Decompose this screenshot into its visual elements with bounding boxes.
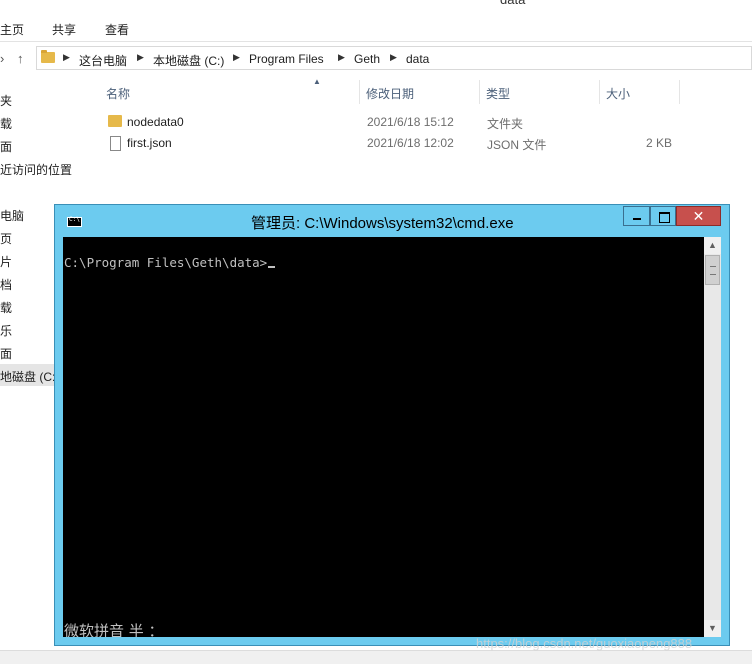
- folder-icon: [41, 50, 55, 63]
- address-box[interactable]: ▶ 这台电脑 ▶ 本地磁盘 (C:) ▶ Program Files ▶ Get…: [36, 46, 752, 70]
- nav-item[interactable]: 夹: [0, 92, 12, 109]
- close-icon: ✕: [692, 208, 705, 224]
- folder-icon: [108, 115, 122, 127]
- text-cursor: [268, 266, 276, 268]
- nav-item[interactable]: 页: [0, 230, 12, 247]
- file-name: nodedata0: [127, 115, 184, 129]
- breadcrumb-data[interactable]: data: [406, 52, 429, 66]
- console-icon[interactable]: [67, 216, 82, 227]
- ribbon: 主页 共享 查看: [0, 8, 752, 42]
- watermark: https://blog.csdn.net/guoxiaopeng888: [476, 636, 693, 651]
- explorer-window-title: data: [500, 0, 525, 7]
- nav-item-local-disk[interactable]: 地磁盘 (C:): [0, 364, 59, 386]
- column-header-name[interactable]: 名称: [100, 80, 360, 104]
- scroll-up-icon[interactable]: ▲: [704, 237, 721, 254]
- nav-item[interactable]: 载: [0, 115, 12, 132]
- breadcrumb-geth[interactable]: Geth: [354, 52, 380, 66]
- nav-item[interactable]: 档: [0, 276, 12, 293]
- address-bar-row: › ↑ ▶ 这台电脑 ▶ 本地磁盘 (C:) ▶ Program Files ▶…: [0, 42, 752, 76]
- nav-item-recent[interactable]: 近访问的位置: [0, 161, 72, 178]
- nav-item-this-pc[interactable]: 电脑: [0, 207, 24, 224]
- file-modified: 2021/6/18 15:12: [367, 115, 454, 129]
- explorer-title-bar: data: [0, 0, 752, 8]
- file-row[interactable]: first.json 2021/6/18 12:02 JSON 文件 2 KB: [100, 133, 680, 154]
- file-size: 2 KB: [646, 136, 673, 150]
- column-header-modified[interactable]: 修改日期: [360, 80, 480, 104]
- forward-arrow-icon[interactable]: ›: [0, 51, 4, 66]
- close-button[interactable]: ✕: [676, 206, 721, 226]
- up-arrow-icon[interactable]: ↑: [17, 51, 24, 66]
- breadcrumb-local-disk[interactable]: 本地磁盘 (C:): [153, 52, 224, 69]
- console-area[interactable]: C:\Program Files\Geth\data> 微软拼音 半 ：: [63, 237, 704, 637]
- nav-item[interactable]: 面: [0, 345, 12, 362]
- column-headers: ▲ 名称 修改日期 类型 大小: [88, 77, 682, 104]
- breadcrumb-program-files[interactable]: Program Files: [249, 52, 324, 66]
- cmd-window[interactable]: 管理员: C:\Windows\system32\cmd.exe ✕ C:\Pr…: [54, 204, 730, 646]
- tab-home[interactable]: 主页: [0, 21, 24, 38]
- column-header-type[interactable]: 类型: [480, 80, 600, 104]
- chevron-right-icon[interactable]: ▶: [233, 52, 240, 63]
- maximize-button[interactable]: [650, 206, 676, 226]
- nav-item[interactable]: 片: [0, 253, 12, 270]
- tab-share[interactable]: 共享: [52, 21, 76, 38]
- nav-item[interactable]: 载: [0, 299, 12, 316]
- breadcrumb-this-pc[interactable]: 这台电脑: [79, 52, 127, 69]
- nav-item[interactable]: 面: [0, 138, 12, 155]
- file-icon: [110, 136, 121, 151]
- minimize-button[interactable]: [623, 206, 650, 226]
- scrollbar-thumb[interactable]: [705, 255, 720, 285]
- console-prompt: C:\Program Files\Geth\data>: [64, 255, 268, 270]
- file-type: 文件夹: [487, 117, 524, 131]
- taskbar-strip: [0, 650, 752, 664]
- file-row[interactable]: nodedata0 2021/6/18 15:12 文件夹: [100, 112, 680, 133]
- file-name: first.json: [127, 136, 172, 150]
- nav-item[interactable]: 乐: [0, 322, 12, 339]
- file-type: JSON 文件: [487, 138, 547, 152]
- vertical-scrollbar[interactable]: ▲ ▼: [704, 237, 721, 637]
- chevron-right-icon[interactable]: ▶: [390, 52, 397, 63]
- console-prompt-line: C:\Program Files\Geth\data>: [64, 255, 276, 270]
- ime-status[interactable]: 微软拼音 半 ：: [64, 620, 164, 637]
- cmd-window-title: 管理员: C:\Windows\system32\cmd.exe: [251, 215, 514, 232]
- chevron-right-icon[interactable]: ▶: [137, 52, 144, 63]
- column-header-size[interactable]: 大小: [600, 80, 680, 104]
- chevron-right-icon[interactable]: ▶: [338, 52, 345, 63]
- chevron-right-icon[interactable]: ▶: [63, 52, 70, 63]
- cmd-title-bar[interactable]: 管理员: C:\Windows\system32\cmd.exe ✕: [55, 205, 731, 235]
- tab-view[interactable]: 查看: [105, 21, 129, 38]
- file-modified: 2021/6/18 12:02: [367, 136, 454, 150]
- scroll-down-icon[interactable]: ▼: [704, 620, 721, 637]
